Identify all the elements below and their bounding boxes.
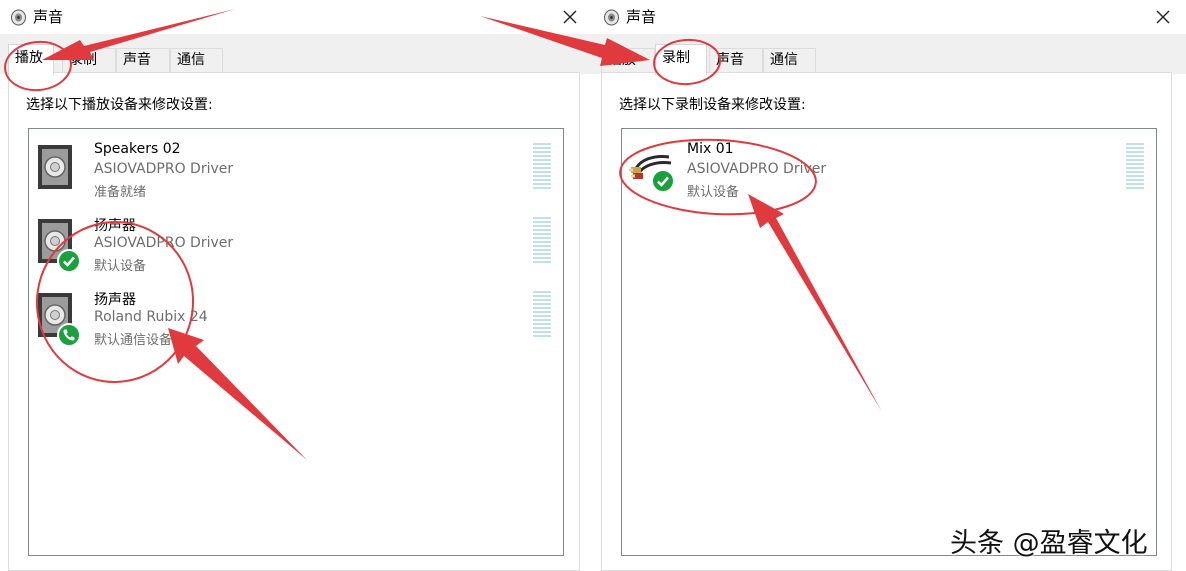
- tab-strip: 播放 录制 声音 通信: [593, 34, 1186, 75]
- device-driver: ASIOVADPRO Driver: [94, 235, 234, 251]
- check-icon: [63, 256, 75, 267]
- level-meter: [533, 291, 551, 341]
- device-status: 准备就绪: [94, 185, 147, 200]
- list-item[interactable]: Mix 01 ASIOVADPRO Driver 默认设备: [622, 135, 1154, 205]
- tab-playback[interactable]: 播放: [601, 48, 655, 72]
- speaker-icon: [38, 145, 72, 189]
- device-status: 默认设备: [94, 259, 147, 274]
- default-device-badge: [57, 249, 81, 273]
- device-driver: ASIOVADPRO Driver: [687, 161, 827, 177]
- tab-panel: 选择以下播放设备来修改设置: Speakers 02 ASIOVADPRO Dr…: [8, 72, 580, 571]
- tab-communications[interactable]: 通信: [170, 48, 223, 72]
- phone-icon: [63, 329, 75, 341]
- speaker-app-icon: [604, 9, 619, 26]
- device-list[interactable]: Speakers 02 ASIOVADPRO Driver 准备就绪 扬声器 A…: [28, 128, 564, 556]
- check-icon: [657, 176, 669, 187]
- tab-sounds[interactable]: 声音: [116, 48, 170, 72]
- instruction-text: 选择以下播放设备来修改设置:: [26, 97, 213, 113]
- device-status: 默认通信设备: [94, 333, 173, 348]
- device-name: 扬声器: [94, 218, 136, 234]
- close-icon: [1156, 10, 1170, 24]
- watermark-prefix: 头条: [950, 528, 1004, 559]
- window-title: 声音: [626, 8, 657, 26]
- default-device-badge: [651, 169, 675, 193]
- tab-recording[interactable]: 录制: [62, 48, 116, 72]
- sound-dialog-recording: 声音 播放 录制 声音 通信 选择以下录制设备来修改设置: Mix 01 ASI…: [593, 0, 1186, 571]
- close-button[interactable]: [555, 3, 585, 31]
- tab-communications[interactable]: 通信: [763, 48, 816, 72]
- device-list[interactable]: Mix 01 ASIOVADPRO Driver 默认设备: [621, 128, 1157, 556]
- tab-panel: 选择以下录制设备来修改设置: Mix 01 ASIOVADPRO Driver …: [601, 72, 1172, 571]
- device-driver: Roland Rubix 24: [94, 309, 208, 325]
- level-meter: [533, 217, 551, 267]
- device-name: 扬声器: [94, 292, 136, 308]
- watermark: 头条 @盈睿文化: [950, 521, 1148, 560]
- close-button[interactable]: [1148, 3, 1178, 31]
- list-item[interactable]: 扬声器 Roland Rubix 24 默认通信设备: [29, 283, 561, 353]
- tab-playback[interactable]: 播放: [8, 44, 54, 75]
- tab-strip: 播放 录制 声音 通信: [0, 34, 593, 75]
- watermark-handle: @盈睿文化: [1012, 528, 1148, 559]
- tab-recording[interactable]: 录制: [655, 44, 707, 75]
- speaker-app-icon: [11, 9, 26, 26]
- default-communication-badge: [57, 323, 81, 347]
- list-item[interactable]: Speakers 02 ASIOVADPRO Driver 准备就绪: [29, 135, 561, 205]
- title-bar: 声音: [593, 0, 1186, 34]
- device-name: Speakers 02: [94, 141, 181, 157]
- sound-dialog-playback: 声音 播放 录制 声音 通信 选择以下播放设备来修改设置: Speakers 0…: [0, 0, 593, 571]
- list-item[interactable]: 扬声器 ASIOVADPRO Driver 默认设备: [29, 209, 561, 279]
- tab-sounds[interactable]: 声音: [709, 48, 763, 72]
- window-title: 声音: [33, 8, 64, 26]
- device-driver: ASIOVADPRO Driver: [94, 161, 234, 177]
- level-meter: [533, 143, 551, 193]
- device-name: Mix 01: [687, 141, 734, 157]
- level-meter: [1126, 143, 1144, 193]
- close-icon: [563, 10, 577, 24]
- instruction-text: 选择以下录制设备来修改设置:: [619, 97, 806, 113]
- device-status: 默认设备: [687, 185, 740, 200]
- title-bar: 声音: [0, 0, 593, 34]
